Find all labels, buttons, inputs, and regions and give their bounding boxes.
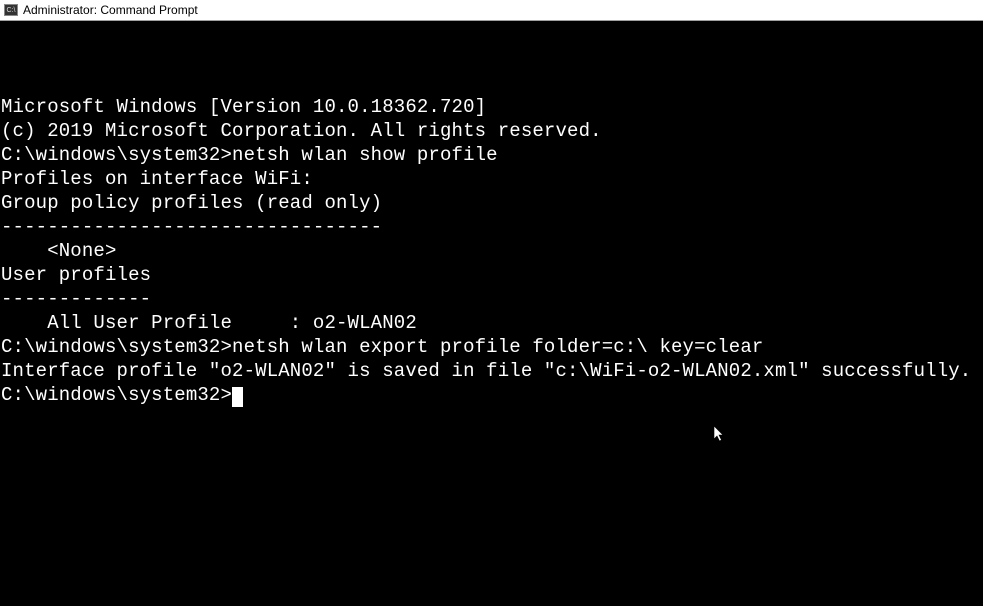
terminal-line: Interface profile "o2-WLAN02" is saved i… <box>1 359 982 383</box>
terminal-line: C:\windows\system32>netsh wlan show prof… <box>1 143 982 167</box>
terminal-line: <None> <box>1 239 982 263</box>
mouse-cursor-icon <box>714 426 726 444</box>
terminal-line: Group policy profiles (read only) <box>1 191 982 215</box>
terminal-line: --------------------------------- <box>1 215 982 239</box>
terminal-line: Microsoft Windows [Version 10.0.18362.72… <box>1 95 982 119</box>
terminal-line: All User Profile : o2-WLAN02 <box>1 311 982 335</box>
titlebar[interactable]: C:\ Administrator: Command Prompt <box>0 0 983 21</box>
command-prompt-window: C:\ Administrator: Command Prompt Micros… <box>0 0 983 606</box>
window-title: Administrator: Command Prompt <box>23 3 198 17</box>
text-cursor <box>232 387 243 407</box>
terminal-line: C:\windows\system32>netsh wlan export pr… <box>1 335 982 359</box>
terminal-area[interactable]: Microsoft Windows [Version 10.0.18362.72… <box>0 21 983 606</box>
terminal-line: ------------- <box>1 287 982 311</box>
terminal-line: (c) 2019 Microsoft Corporation. All righ… <box>1 119 982 143</box>
cmd-icon: C:\ <box>4 4 18 16</box>
terminal-line: Profiles on interface WiFi: <box>1 167 982 191</box>
terminal-line: User profiles <box>1 263 982 287</box>
terminal-line: C:\windows\system32> <box>1 383 982 407</box>
